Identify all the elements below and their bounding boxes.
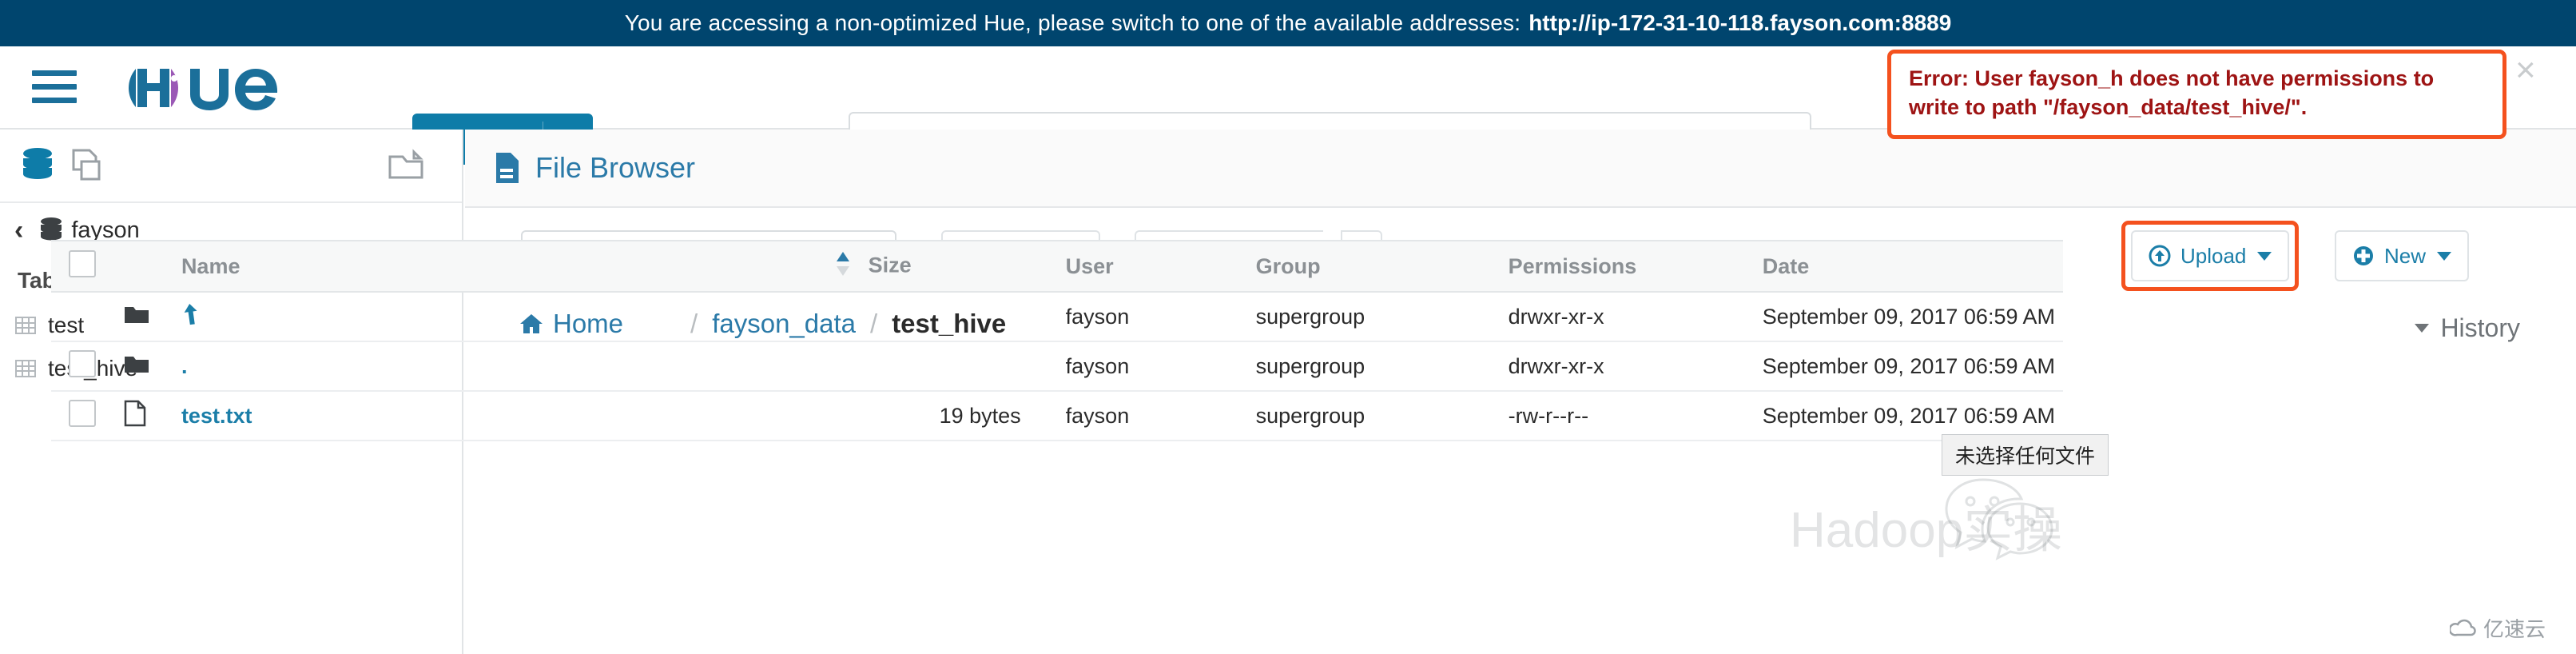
file-table: Name Size User Group Permissions Date bbox=[51, 240, 2063, 441]
upload-button-label: Upload bbox=[2180, 244, 2246, 269]
error-toast-message: Error: User fayson_h does not have permi… bbox=[1909, 66, 2434, 119]
database-icon[interactable] bbox=[21, 147, 54, 188]
row-select-cell[interactable] bbox=[51, 341, 116, 391]
chevron-down-icon bbox=[2437, 252, 2451, 261]
row-user-cell: fayson bbox=[1058, 292, 1248, 341]
row-select-cell bbox=[51, 292, 116, 341]
row-name-cell[interactable]: test.txt bbox=[173, 391, 827, 441]
file-name-link[interactable]: test.txt bbox=[181, 404, 252, 428]
row-permissions-cell: drwxr-xr-x bbox=[1501, 341, 1755, 391]
file-list-container: Name Size User Group Permissions Date bbox=[51, 240, 2063, 441]
row-checkbox[interactable] bbox=[69, 400, 96, 427]
row-permissions-cell: -rw-r--r-- bbox=[1501, 391, 1755, 441]
row-user-cell: fayson bbox=[1058, 341, 1248, 391]
select-all-header[interactable] bbox=[51, 241, 116, 292]
parent-directory-link[interactable] bbox=[181, 307, 199, 331]
hue-logo[interactable] bbox=[128, 64, 296, 112]
banner-url[interactable]: http://ip-172-31-10-118.fayson.com:8889 bbox=[1529, 10, 1951, 36]
non-optimized-banner: You are accessing a non-optimized Hue, p… bbox=[0, 0, 2576, 46]
chevron-down-icon bbox=[2257, 252, 2272, 261]
column-header-size-label: Size bbox=[869, 253, 912, 277]
file-browser-icon bbox=[494, 151, 521, 185]
hamburger-menu-icon[interactable] bbox=[32, 70, 77, 106]
table-row[interactable]: fayson supergroup drwxr-xr-x September 0… bbox=[51, 292, 2063, 341]
page-title: File Browser bbox=[535, 151, 695, 185]
row-name-cell[interactable] bbox=[173, 292, 827, 341]
column-header-name[interactable]: Name bbox=[173, 241, 827, 292]
row-icon-cell bbox=[116, 292, 173, 341]
table-header-row: Name Size User Group Permissions Date bbox=[51, 241, 2063, 292]
row-size-cell bbox=[827, 292, 1058, 341]
row-date-cell: September 09, 2017 06:59 AM bbox=[1755, 292, 2063, 341]
row-checkbox[interactable] bbox=[69, 350, 96, 377]
file-name-link[interactable]: . bbox=[181, 354, 188, 378]
row-size-cell: 19 bytes bbox=[827, 391, 1058, 441]
column-header-date[interactable]: Date bbox=[1755, 241, 2063, 292]
folder-icon bbox=[124, 355, 149, 379]
assist-icon-bar bbox=[0, 130, 462, 203]
row-icon-cell bbox=[116, 341, 173, 391]
row-date-cell: September 09, 2017 06:59 AM bbox=[1755, 391, 2063, 441]
close-icon[interactable]: × bbox=[2515, 56, 2547, 88]
table-icon bbox=[14, 357, 37, 380]
error-toast: Error: User fayson_h does not have permi… bbox=[1887, 50, 2506, 139]
row-user-cell: fayson bbox=[1058, 391, 1248, 441]
row-group-cell: supergroup bbox=[1248, 341, 1501, 391]
upload-icon bbox=[2149, 245, 2171, 267]
chevron-down-icon bbox=[2415, 324, 2429, 333]
page-header: File Browser bbox=[465, 130, 2576, 208]
row-size-cell bbox=[827, 341, 1058, 391]
new-button-label: New bbox=[2384, 244, 2426, 269]
column-header-size[interactable]: Size bbox=[827, 241, 1058, 292]
row-group-cell: supergroup bbox=[1248, 391, 1501, 441]
upload-button[interactable]: Upload bbox=[2131, 230, 2289, 281]
file-chooser-tooltip: 未选择任何文件 bbox=[1942, 434, 2109, 476]
table-row[interactable]: test.txt 19 bytes fayson supergroup -rw-… bbox=[51, 391, 2063, 441]
chevron-left-icon[interactable]: ‹ bbox=[14, 215, 23, 246]
column-header-group[interactable]: Group bbox=[1248, 241, 1501, 292]
column-header-user[interactable]: User bbox=[1058, 241, 1248, 292]
folder-open-icon[interactable] bbox=[387, 147, 425, 188]
select-all-checkbox[interactable] bbox=[69, 250, 96, 277]
table-icon bbox=[14, 314, 37, 337]
row-permissions-cell: drwxr-xr-x bbox=[1501, 292, 1755, 341]
banner-message: You are accessing a non-optimized Hue, p… bbox=[625, 10, 1521, 36]
history-label: History bbox=[2440, 313, 2520, 343]
new-button[interactable]: New bbox=[2335, 230, 2469, 281]
table-row[interactable]: . fayson supergroup drwxr-xr-x September… bbox=[51, 341, 2063, 391]
row-date-cell: September 09, 2017 06:59 AM bbox=[1755, 341, 2063, 391]
folder-icon bbox=[124, 305, 149, 329]
row-select-cell[interactable] bbox=[51, 391, 116, 441]
row-group-cell: supergroup bbox=[1248, 292, 1501, 341]
sort-ascending-icon bbox=[835, 250, 851, 283]
history-toggle[interactable]: History bbox=[2415, 313, 2520, 343]
row-icon-cell bbox=[116, 391, 173, 441]
plus-circle-icon bbox=[2352, 245, 2375, 267]
hue-file-browser-page: You are accessing a non-optimized Hue, p… bbox=[0, 0, 2576, 654]
documents-icon[interactable] bbox=[70, 147, 105, 188]
icon-header bbox=[116, 241, 173, 292]
file-icon bbox=[124, 408, 146, 432]
column-header-permissions[interactable]: Permissions bbox=[1501, 241, 1755, 292]
row-name-cell[interactable]: . bbox=[173, 341, 827, 391]
